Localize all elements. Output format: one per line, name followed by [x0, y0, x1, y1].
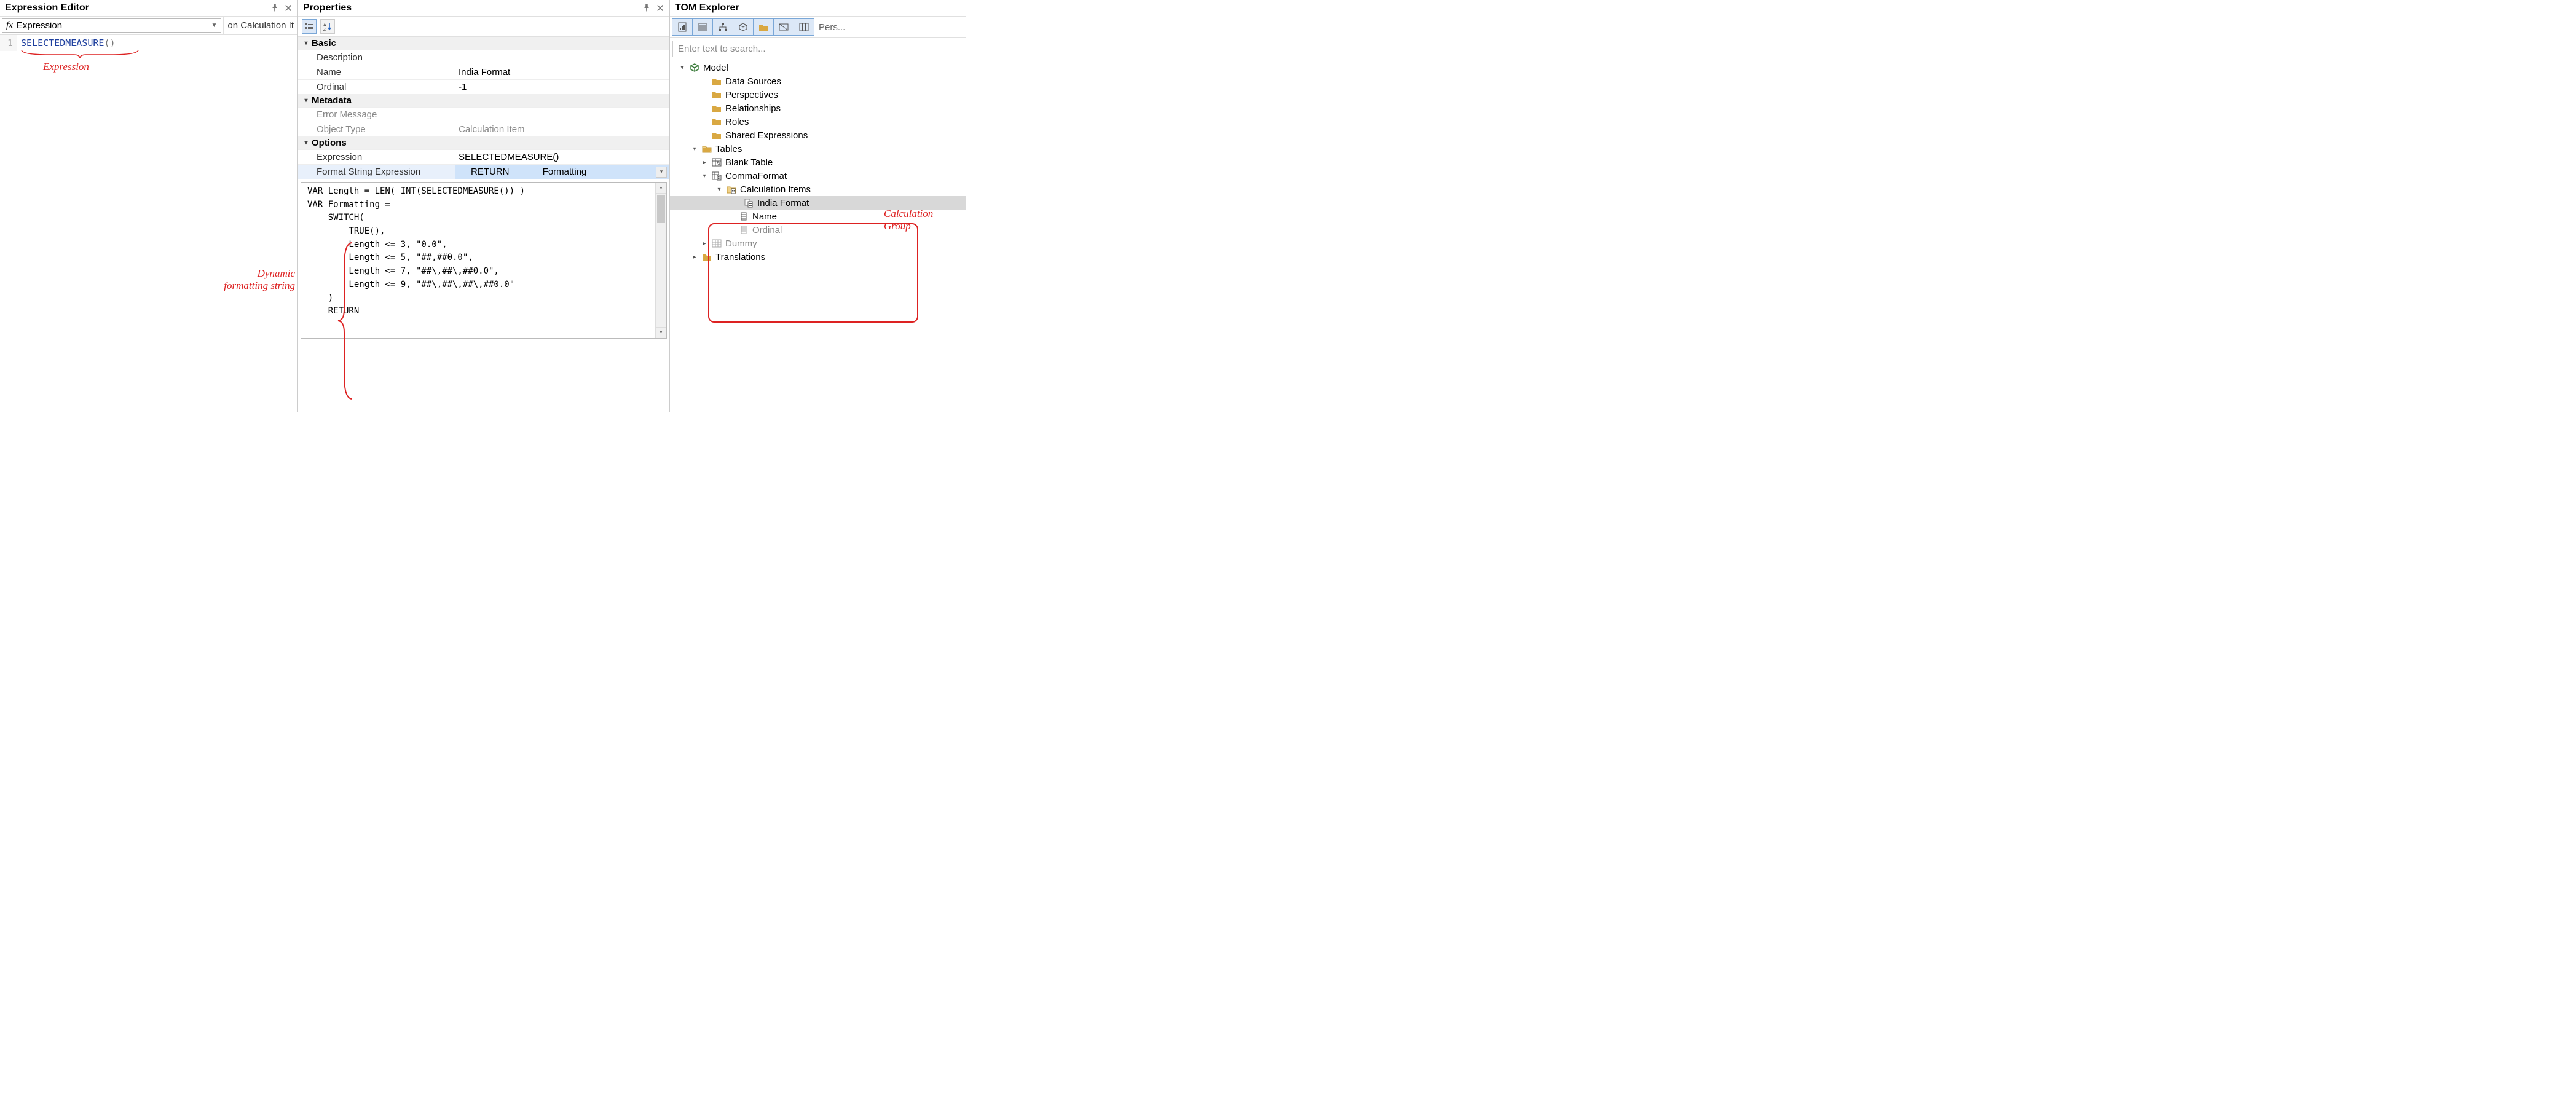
folder-icon: [711, 130, 723, 141]
prop-error-message[interactable]: Error Message: [298, 107, 669, 122]
folder-icon: [711, 76, 723, 87]
category-metadata[interactable]: ▾Metadata: [298, 94, 669, 107]
svg-text:fx: fx: [717, 162, 720, 166]
tom-header: TOM Explorer: [670, 0, 966, 17]
filter-partitions-button[interactable]: [733, 18, 754, 36]
chevron-down-icon: ▾: [690, 146, 699, 152]
folder-icon: [711, 103, 723, 114]
tree-node-dummy[interactable]: ▸Dummy: [670, 237, 966, 250]
calc-item-icon: [742, 197, 755, 208]
properties-title: Properties: [303, 2, 642, 14]
tree-node-translations[interactable]: ▸Translations: [670, 250, 966, 264]
alphabetical-button[interactable]: AZ: [320, 19, 335, 34]
tree-node-commaformat[interactable]: ▾CommaFormat: [670, 169, 966, 183]
filter-all-button[interactable]: [794, 18, 814, 36]
tree-node-name-column[interactable]: Name: [670, 210, 966, 223]
chevron-down-icon: ▾: [302, 40, 310, 47]
calc-items-icon: [725, 184, 738, 195]
expression-type-dropdown[interactable]: fx Expression ▼: [2, 18, 221, 33]
calc-group-icon: [711, 170, 723, 181]
chevron-down-icon: ▾: [699, 173, 709, 179]
expression-editor-title: Expression Editor: [5, 2, 270, 14]
properties-panel: Properties AZ ▾Basic Description NameInd…: [298, 0, 670, 412]
tree-node-blank-table[interactable]: ▸fxBlank Table: [670, 156, 966, 169]
filter-hierarchies-button[interactable]: [712, 18, 733, 36]
tree-node-shared-expressions[interactable]: Shared Expressions: [670, 128, 966, 142]
tom-explorer-panel: TOM Explorer Pers... Enter text to searc…: [670, 0, 966, 412]
tree-node-calculation-items[interactable]: ▾Calculation Items: [670, 183, 966, 196]
tom-title: TOM Explorer: [675, 2, 961, 14]
category-options[interactable]: ▾Options: [298, 136, 669, 149]
category-basic[interactable]: ▾Basic: [298, 37, 669, 50]
format-string-editor-wrap: VAR Length = LEN( INT(SELECTEDMEASURE())…: [298, 179, 669, 341]
model-tree: ▾Model Data Sources Perspectives Relatio…: [670, 60, 966, 265]
chevron-down-icon: ▾: [714, 186, 724, 193]
tree-node-data-sources[interactable]: Data Sources: [670, 74, 966, 88]
chevron-down-icon: ▼: [211, 22, 218, 29]
format-string-value[interactable]: RETURN Formatting ▾: [455, 165, 669, 179]
folder-open-icon: [701, 143, 713, 154]
table-fx-icon: fx: [711, 157, 723, 168]
fx-icon: fx: [6, 20, 13, 31]
folder-icon: [711, 89, 723, 100]
column-icon: [738, 224, 750, 235]
perspective-dropdown[interactable]: Pers...: [814, 22, 850, 33]
prop-description[interactable]: Description: [298, 50, 669, 65]
svg-text:A: A: [323, 23, 326, 28]
folder-icon: [711, 116, 723, 127]
prop-name[interactable]: NameIndia Format: [298, 65, 669, 79]
expression-type-label: Expression: [17, 20, 62, 31]
property-grid: ▾Basic Description NameIndia Format Ordi…: [298, 37, 669, 412]
chevron-down-icon: ▾: [302, 140, 310, 146]
annotation-brace-expression: [18, 50, 297, 61]
filter-hidden-button[interactable]: [773, 18, 794, 36]
tree-node-model[interactable]: ▾Model: [670, 61, 966, 74]
pin-icon[interactable]: [642, 4, 651, 12]
close-icon[interactable]: [656, 4, 664, 12]
prop-format-string-expression[interactable]: Format String Expression RETURN Formatti…: [298, 164, 669, 179]
scroll-up-icon[interactable]: ▴: [656, 183, 666, 194]
annotation-expression: Expression: [43, 61, 297, 73]
expression-editor-header: Expression Editor: [0, 0, 297, 17]
filter-columns-button[interactable]: [692, 18, 713, 36]
prop-object-type[interactable]: Object TypeCalculation Item: [298, 122, 669, 136]
chevron-right-icon: ▸: [690, 254, 699, 261]
column-icon: [738, 211, 750, 222]
line-gutter: 1: [0, 35, 17, 51]
chevron-down-icon: ▾: [677, 65, 687, 71]
categorized-button[interactable]: [302, 19, 317, 34]
dropdown-icon[interactable]: ▾: [656, 167, 667, 178]
chevron-down-icon: ▾: [302, 97, 310, 104]
expression-editor-panel: Expression Editor fx Expression ▼ on Cal…: [0, 0, 298, 412]
table-icon: [711, 238, 723, 249]
scroll-thumb[interactable]: [657, 195, 665, 223]
format-string-editor[interactable]: VAR Length = LEN( INT(SELECTEDMEASURE())…: [301, 182, 667, 339]
expression-context: on Calculation It: [223, 17, 297, 34]
svg-text:Z: Z: [323, 28, 326, 31]
cube-icon: [688, 62, 701, 73]
tree-node-perspectives[interactable]: Perspectives: [670, 88, 966, 101]
tree-node-tables[interactable]: ▾Tables: [670, 142, 966, 156]
tom-toolbar: Pers...: [670, 17, 966, 38]
tree-node-relationships[interactable]: Relationships: [670, 101, 966, 115]
expression-toolbar: fx Expression ▼ on Calculation It: [0, 17, 297, 35]
search-input[interactable]: Enter text to search...: [672, 41, 963, 57]
tree-node-ordinal-column[interactable]: Ordinal: [670, 223, 966, 237]
editor-scrollbar[interactable]: ▴ ▾: [655, 183, 666, 338]
chevron-right-icon: ▸: [699, 159, 709, 166]
properties-header: Properties: [298, 0, 669, 17]
scroll-down-icon[interactable]: ▾: [656, 327, 666, 338]
filter-folders-button[interactable]: [753, 18, 774, 36]
folder-icon: [701, 251, 713, 262]
tree-node-roles[interactable]: Roles: [670, 115, 966, 128]
pin-icon[interactable]: [270, 4, 279, 12]
properties-toolbar: AZ: [298, 17, 669, 37]
tree-node-india-format[interactable]: India Format: [670, 196, 966, 210]
prop-expression[interactable]: ExpressionSELECTEDMEASURE(): [298, 149, 669, 164]
prop-ordinal[interactable]: Ordinal-1: [298, 79, 669, 94]
chevron-right-icon: ▸: [699, 240, 709, 247]
filter-measures-button[interactable]: [672, 18, 693, 36]
close-icon[interactable]: [284, 4, 293, 12]
